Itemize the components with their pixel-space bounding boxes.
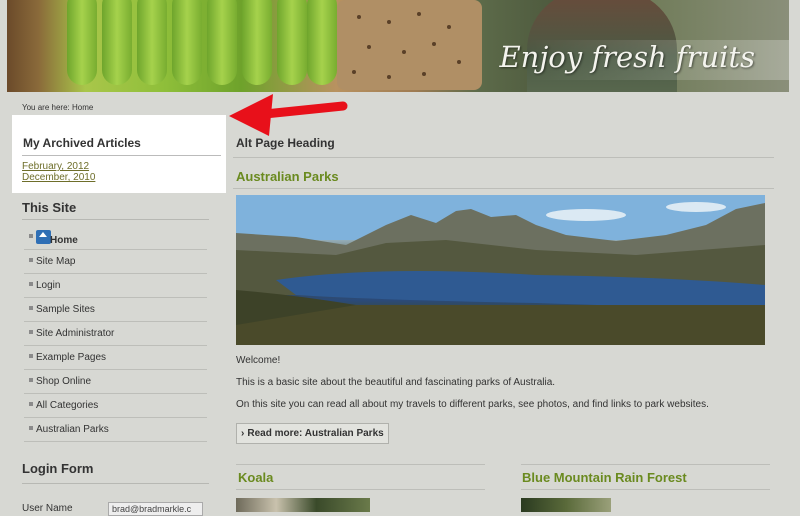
banana-graphic: [307, 0, 337, 85]
bullet-icon: [29, 306, 33, 310]
blue-mountain-title[interactable]: Blue Mountain Rain Forest: [522, 470, 687, 485]
divider: [236, 489, 485, 490]
menu-item-label: All Categories: [36, 400, 99, 411]
menu-item-label: Login: [36, 280, 61, 291]
bullet-icon: [29, 354, 33, 358]
divider: [521, 489, 770, 490]
login-form-title: Login Form: [22, 461, 94, 476]
intro-paragraph: This is a basic site about the beautiful…: [236, 377, 556, 388]
menu-item-shop-online[interactable]: Shop Online: [24, 370, 207, 394]
banana-graphic: [172, 0, 202, 85]
divider: [233, 188, 774, 189]
bullet-icon: [29, 234, 33, 238]
menu-item-label: Home: [50, 235, 78, 246]
menu-item-login[interactable]: Login: [24, 274, 207, 298]
username-label: User Name: [22, 503, 73, 514]
banana-graphic: [67, 0, 97, 85]
menu-item-site-map[interactable]: Site Map: [24, 250, 207, 274]
welcome-text: Welcome!: [236, 355, 281, 366]
bullet-icon: [29, 282, 33, 286]
banner-slogan: Enjoy fresh fruits: [499, 40, 755, 74]
home-icon: [36, 230, 51, 244]
menu-item-australian-parks[interactable]: Australian Parks: [24, 418, 207, 442]
divider: [233, 157, 774, 158]
banana-graphic: [207, 0, 237, 85]
menu-item-site-administrator[interactable]: Site Administrator: [24, 322, 207, 346]
annotation-arrow-icon: [229, 94, 348, 136]
menu-item-label: Site Map: [36, 256, 76, 267]
menu-item-all-categories[interactable]: All Categories: [24, 394, 207, 418]
menu-item-label: Sample Sites: [36, 304, 95, 315]
banana-graphic: [277, 0, 307, 85]
menu-item-example-pages[interactable]: Example Pages: [24, 346, 207, 370]
banana-graphic: [137, 0, 167, 85]
bullet-icon: [29, 330, 33, 334]
koala-thumbnail: [236, 498, 370, 512]
archived-articles-module: My Archived Articles February, 2012 Dece…: [12, 115, 226, 193]
divider: [521, 464, 770, 465]
rainforest-thumbnail: [521, 498, 611, 512]
intro-paragraph-2: On this site you can read all about my t…: [236, 399, 709, 410]
read-more-label: Read more: Australian Parks: [247, 428, 384, 439]
read-more-button[interactable]: › Read more: Australian Parks: [236, 423, 389, 444]
menu-item-label: Example Pages: [36, 352, 107, 363]
archive-link-dec-2010[interactable]: December, 2010: [22, 172, 95, 183]
divider: [236, 464, 485, 465]
koala-title[interactable]: Koala: [238, 470, 273, 485]
divider: [22, 483, 209, 484]
menu-item-label: Shop Online: [36, 376, 92, 387]
article-title[interactable]: Australian Parks: [236, 169, 339, 184]
this-site-title: This Site: [22, 200, 77, 215]
lake-mountain-photo: [236, 195, 765, 345]
username-input[interactable]: [108, 502, 203, 516]
bullet-icon: [29, 402, 33, 406]
breadcrumb: You are here: Home: [22, 103, 94, 112]
divider: [22, 219, 209, 220]
archived-articles-title: My Archived Articles: [23, 136, 141, 150]
menu-item-home[interactable]: Home: [24, 226, 207, 250]
archive-link-feb-2012[interactable]: February, 2012: [22, 161, 89, 172]
this-site-menu: Home Site Map Login Sample Sites Site Ad…: [24, 226, 207, 442]
menu-item-label: Australian Parks: [36, 424, 109, 435]
bullet-icon: [29, 378, 33, 382]
cracker-graphic: [337, 0, 482, 90]
menu-item-sample-sites[interactable]: Sample Sites: [24, 298, 207, 322]
bullet-icon: [29, 426, 33, 430]
header-banner: Enjoy fresh fruits: [7, 0, 789, 92]
bullet-icon: [29, 258, 33, 262]
banana-graphic: [242, 0, 272, 85]
menu-item-label: Site Administrator: [36, 328, 115, 339]
chevron-right-icon: ›: [241, 428, 245, 439]
divider: [22, 155, 221, 156]
banana-graphic: [102, 0, 132, 85]
